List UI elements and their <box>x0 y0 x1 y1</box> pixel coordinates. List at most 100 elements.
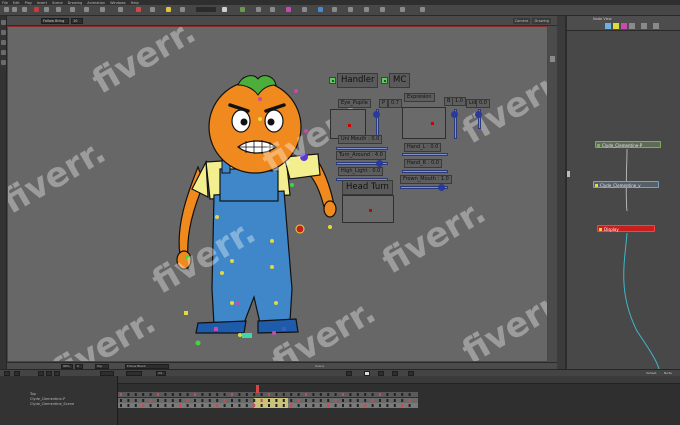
spline-icon[interactable] <box>348 7 353 12</box>
keyframe-tick[interactable] <box>253 404 256 407</box>
node-graph-area[interactable]: Clyde_Clementine-P Clyde_Clementine_v Di… <box>567 31 680 369</box>
lid-slider-knob[interactable] <box>475 111 482 118</box>
keyframe-tick[interactable] <box>127 393 130 396</box>
keyframe-tick[interactable] <box>208 393 211 396</box>
head-turn-pad[interactable] <box>342 195 394 223</box>
right-hand[interactable] <box>323 200 337 218</box>
record-icon[interactable] <box>34 7 39 12</box>
control-point[interactable] <box>295 224 305 234</box>
node-settings-icon[interactable] <box>653 23 659 29</box>
eye-pupile-handle[interactable] <box>348 124 351 127</box>
node-search-icon[interactable] <box>641 23 647 29</box>
keyframe-tick[interactable] <box>356 393 359 396</box>
keyframe-tick[interactable] <box>305 399 307 402</box>
brush-tool-icon[interactable] <box>22 7 27 12</box>
node-display[interactable]: Display <box>597 225 655 232</box>
keyframe-tick[interactable] <box>408 393 411 396</box>
viewport-vertical-scrollbar[interactable] <box>548 26 557 362</box>
layer-row[interactable]: Clyde_Clementine_Scene <box>0 402 118 407</box>
cutter-icon[interactable] <box>302 7 307 12</box>
camera-icon[interactable] <box>180 7 185 12</box>
hand-icon[interactable] <box>118 7 123 12</box>
keyframe-tick[interactable] <box>401 399 404 402</box>
contour-tool-icon[interactable] <box>12 7 17 12</box>
flip-icon[interactable] <box>364 7 369 12</box>
keyframe-tick[interactable] <box>238 399 241 402</box>
keyframe-tick[interactable] <box>223 393 226 396</box>
keyframe-tick[interactable] <box>186 399 189 402</box>
keyframe-tick[interactable] <box>164 399 167 402</box>
text-icon[interactable] <box>1 60 6 65</box>
node-port-icon[interactable] <box>597 143 600 147</box>
keyframe-tick[interactable] <box>134 393 137 396</box>
keyframe-tick[interactable] <box>208 399 211 402</box>
keyframe-tick[interactable] <box>164 393 167 396</box>
keyframe-tick[interactable] <box>356 404 359 407</box>
control-point[interactable] <box>195 340 201 346</box>
keyframe-tick[interactable] <box>149 399 152 402</box>
overalls-bib[interactable] <box>219 168 279 202</box>
keyframe-tick[interactable] <box>327 393 330 396</box>
keyframe-tick[interactable] <box>253 393 256 396</box>
tool-preset-dropdown[interactable] <box>196 7 216 12</box>
keyframe-tick[interactable] <box>260 393 263 396</box>
control-point[interactable] <box>242 333 252 338</box>
keyframe-tick[interactable] <box>290 393 293 396</box>
eraser-icon[interactable] <box>56 7 61 12</box>
expresion-pad[interactable] <box>402 107 446 139</box>
keyframe-tick[interactable] <box>408 404 411 407</box>
control-point[interactable] <box>328 225 332 229</box>
control-point[interactable] <box>236 301 240 305</box>
keyframe-tick[interactable] <box>386 404 389 407</box>
tab-node[interactable]: Node <box>664 371 672 375</box>
node-port-icon[interactable] <box>599 227 602 231</box>
onion-skin-icon[interactable] <box>136 7 141 12</box>
keyframe-tick[interactable] <box>120 399 122 402</box>
keyframe-tick[interactable] <box>149 393 152 396</box>
menu-help[interactable]: Help <box>131 1 139 5</box>
tab-camera[interactable]: Camera <box>512 18 531 24</box>
keyframe-tick[interactable] <box>194 393 196 396</box>
menu-edit[interactable]: Edit <box>13 1 20 5</box>
keyframe-tick[interactable] <box>223 404 226 407</box>
keyframe-tick[interactable] <box>312 399 315 402</box>
keyframe-tick[interactable] <box>142 404 145 407</box>
keyframe-tick[interactable] <box>208 404 211 407</box>
keyframe-tick[interactable] <box>319 393 322 396</box>
color-swatch-icon[interactable] <box>222 7 227 12</box>
node-clyde-clementine-v[interactable]: Clyde_Clementine_v <box>593 181 659 188</box>
zoom-icon[interactable] <box>100 7 105 12</box>
keyframe-tick[interactable] <box>194 404 196 407</box>
pencil-icon[interactable] <box>44 7 49 12</box>
keyframe-tick[interactable] <box>127 399 130 402</box>
control-point[interactable] <box>258 117 262 121</box>
keyframe-tick[interactable] <box>290 404 293 407</box>
keyframe-tracks[interactable] <box>118 376 680 425</box>
timeline-frames[interactable] <box>118 376 680 425</box>
keyframe-tick[interactable] <box>297 399 300 402</box>
keyframe-tick[interactable] <box>371 399 374 402</box>
tab-drawing[interactable]: Drawing <box>532 18 551 24</box>
keyframe-tick[interactable] <box>171 404 174 407</box>
morph-icon[interactable] <box>286 7 291 12</box>
control-point[interactable] <box>294 89 298 93</box>
turn-around-knob[interactable] <box>376 160 383 167</box>
keyframe-tick[interactable] <box>379 393 381 396</box>
keyframe-tick[interactable] <box>231 404 233 407</box>
control-point[interactable] <box>230 301 234 305</box>
keyframe-tick[interactable] <box>231 393 233 396</box>
composite-node-icon[interactable] <box>621 23 627 29</box>
keyframe-tick[interactable] <box>194 399 196 402</box>
keyframe-tick[interactable] <box>393 393 396 396</box>
keyframe-tick[interactable] <box>305 393 307 396</box>
keyframe-tick[interactable] <box>120 393 122 396</box>
keyframe-tick[interactable] <box>282 404 285 407</box>
keyframe-tick[interactable] <box>312 393 315 396</box>
mc-checkbox[interactable] <box>381 77 388 84</box>
keyframe-tick[interactable] <box>334 404 337 407</box>
light-table-icon[interactable] <box>150 7 155 12</box>
left-shoe[interactable] <box>195 320 247 334</box>
keyframe-tick[interactable] <box>245 404 248 407</box>
keyframe-tick[interactable] <box>364 393 367 396</box>
keyframe-tick[interactable] <box>305 404 307 407</box>
